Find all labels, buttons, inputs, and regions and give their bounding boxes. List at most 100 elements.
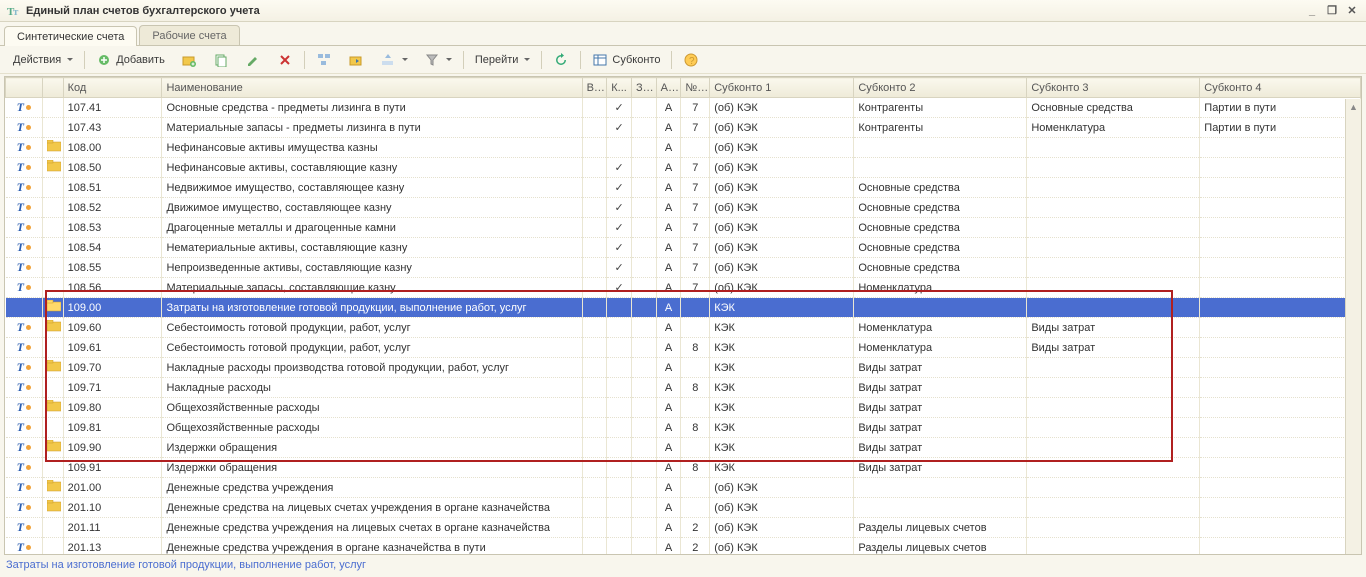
table-row[interactable]: T109.70Накладные расходы производства го… (6, 358, 1361, 378)
cell-s3 (1027, 158, 1200, 178)
cell-s3 (1027, 398, 1200, 418)
folder-icon (47, 480, 61, 492)
refresh-button[interactable] (546, 49, 576, 71)
col-v[interactable]: В... (582, 78, 607, 98)
table-row[interactable]: T107.43Материальные запасы - предметы ли… (6, 118, 1361, 138)
table-row[interactable]: T109.90Издержки обращенияАКЭКВиды затрат (6, 438, 1361, 458)
folder-icon (47, 500, 61, 512)
table-row[interactable]: T201.00Денежные средства учрежденияА(об)… (6, 478, 1361, 498)
scroll-up-icon[interactable]: ▲ (1346, 99, 1361, 115)
col-folder[interactable] (43, 78, 64, 98)
maximize-icon[interactable]: ❐ (1324, 4, 1340, 18)
account-icon: T (17, 240, 31, 255)
cell-n (681, 358, 710, 378)
cell-s4 (1200, 298, 1361, 318)
cell-n (681, 498, 710, 518)
table-row[interactable]: T108.52Движимое имущество, составляющее … (6, 198, 1361, 218)
cell-a: А (656, 358, 681, 378)
tab-synthetic[interactable]: Синтетические счета (4, 26, 137, 46)
cell-code: 201.13 (63, 538, 162, 556)
col-s1[interactable]: Субконто 1 (710, 78, 854, 98)
col-s3[interactable]: Субконто 3 (1027, 78, 1200, 98)
table-row[interactable]: T108.00Нефинансовые активы имущества каз… (6, 138, 1361, 158)
plus-icon (96, 52, 112, 68)
table-row[interactable]: T108.56Материальные запасы, составляющие… (6, 278, 1361, 298)
account-icon: T (17, 420, 31, 435)
col-code[interactable]: Код (63, 78, 162, 98)
col-s2[interactable]: Субконто 2 (854, 78, 1027, 98)
cell-name: Материальные запасы - предметы лизинга в… (162, 118, 582, 138)
folder-icon (47, 140, 61, 152)
add-button[interactable]: Добавить (89, 49, 172, 71)
col-n[interactable]: №... (681, 78, 710, 98)
edit-button[interactable] (238, 49, 268, 71)
move-button[interactable] (341, 49, 371, 71)
actions-label: Действия (13, 54, 61, 66)
cell-v (582, 138, 607, 158)
cell-k: ✓ (607, 178, 632, 198)
account-icon: T (17, 100, 31, 115)
col-a[interactable]: А... (656, 78, 681, 98)
scrollbar[interactable]: ▲ (1345, 99, 1361, 554)
table-row[interactable]: T108.55Непроизведенные активы, составляю… (6, 258, 1361, 278)
col-s4[interactable]: Субконто 4 (1200, 78, 1361, 98)
separator (671, 51, 672, 69)
table-row[interactable]: T201.13Денежные средства учреждения в ор… (6, 538, 1361, 556)
cell-a: А (656, 98, 681, 118)
delete-button[interactable] (270, 49, 300, 71)
cell-name: Себестоимость готовой продукции, работ, … (162, 318, 582, 338)
filter-button[interactable] (417, 49, 459, 71)
column-header-row: Код Наименование В... К... З... А... №..… (6, 78, 1361, 98)
tab-working[interactable]: Рабочие счета (139, 25, 239, 45)
cell-k (607, 518, 632, 538)
help-button[interactable]: ? (676, 49, 706, 71)
cell-k (607, 458, 632, 478)
cell-k: ✓ (607, 118, 632, 138)
account-icon: T (17, 360, 31, 375)
col-rowicon[interactable] (6, 78, 43, 98)
cell-s3 (1027, 298, 1200, 318)
table-row[interactable]: T108.50Нефинансовые активы, составляющие… (6, 158, 1361, 178)
cell-s3 (1027, 358, 1200, 378)
folder-plus-icon (181, 52, 197, 68)
col-k[interactable]: К... (607, 78, 632, 98)
hierarchy-toggle[interactable] (309, 49, 339, 71)
cell-v (582, 418, 607, 438)
subkonto-button[interactable]: Субконто (585, 49, 667, 71)
cell-v (582, 258, 607, 278)
cell-name: Нематериальные активы, составляющие казн… (162, 238, 582, 258)
cell-code: 107.41 (63, 98, 162, 118)
actions-menu[interactable]: Действия (6, 51, 80, 69)
add-copy-button[interactable] (206, 49, 236, 71)
col-z[interactable]: З... (631, 78, 656, 98)
account-icon: T (17, 440, 31, 455)
add-folder-button[interactable] (174, 49, 204, 71)
table-row[interactable]: T201.11Денежные средства учреждения на л… (6, 518, 1361, 538)
cell-s1: (об) КЭК (710, 538, 854, 556)
table-row[interactable]: T109.80Общехозяйственные расходыАКЭКВиды… (6, 398, 1361, 418)
cell-name: Издержки обращения (162, 458, 582, 478)
grid[interactable]: Код Наименование В... К... З... А... №..… (4, 76, 1362, 555)
table-row[interactable]: T109.60Себестоимость готовой продукции, … (6, 318, 1361, 338)
cell-n: 2 (681, 518, 710, 538)
cell-n (681, 298, 710, 318)
close-icon[interactable]: ✕ (1344, 4, 1360, 18)
col-name[interactable]: Наименование (162, 78, 582, 98)
table-row[interactable]: 109.00Затраты на изготовление готовой пр… (6, 298, 1361, 318)
table-row[interactable]: T109.61Себестоимость готовой продукции, … (6, 338, 1361, 358)
table-row[interactable]: T107.41Основные средства - предметы лизи… (6, 98, 1361, 118)
tab-label: Синтетические счета (17, 31, 124, 43)
table-row[interactable]: T108.51Недвижимое имущество, составляюще… (6, 178, 1361, 198)
minimize-icon[interactable]: _ (1304, 4, 1320, 18)
level-up-button[interactable] (373, 49, 415, 71)
table-row[interactable]: T109.91Издержки обращенияА8КЭКВиды затра… (6, 458, 1361, 478)
table-row[interactable]: T201.10Денежные средства на лицевых счет… (6, 498, 1361, 518)
cell-s4 (1200, 418, 1361, 438)
table-row[interactable]: T109.81Общехозяйственные расходыА8КЭКВид… (6, 418, 1361, 438)
table-row[interactable]: T109.71Накладные расходыА8КЭКВиды затрат (6, 378, 1361, 398)
table-row[interactable]: T108.53Драгоценные металлы и драгоценные… (6, 218, 1361, 238)
cell-s2 (854, 298, 1027, 318)
cell-s3 (1027, 458, 1200, 478)
table-row[interactable]: T108.54Нематериальные активы, составляющ… (6, 238, 1361, 258)
goto-menu[interactable]: Перейти (468, 51, 538, 69)
